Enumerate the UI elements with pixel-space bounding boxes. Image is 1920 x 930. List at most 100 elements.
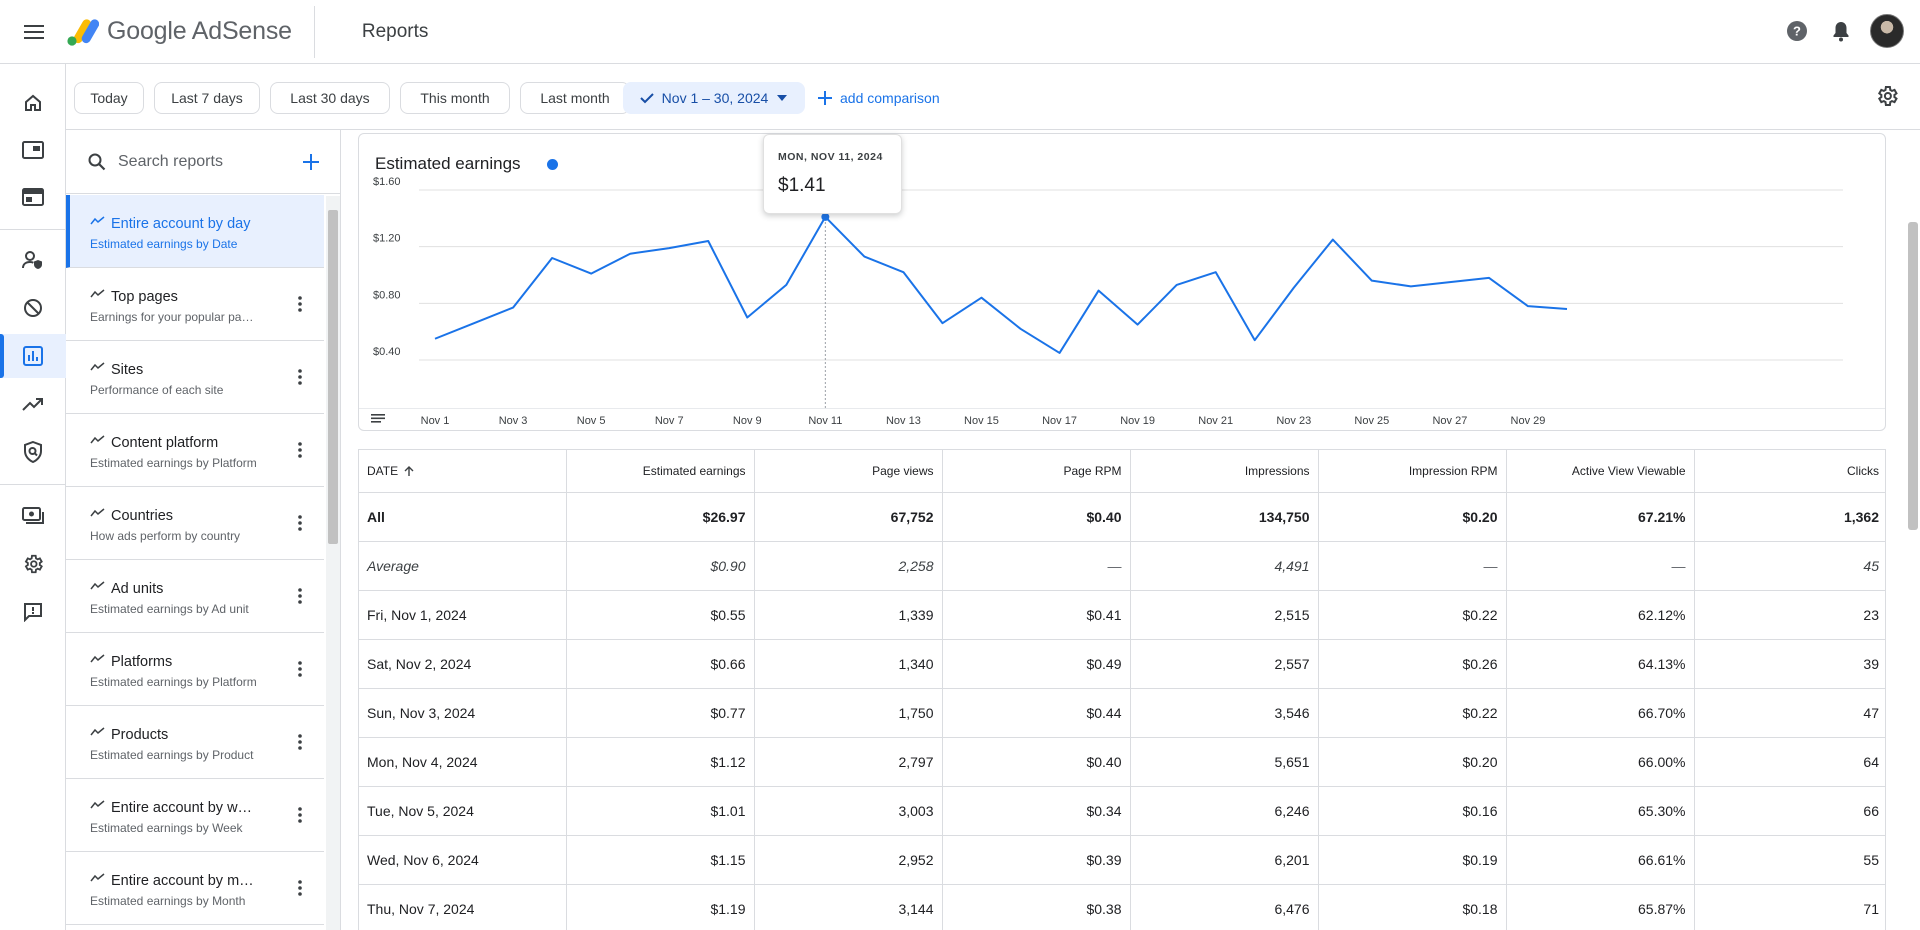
block-icon xyxy=(24,299,42,317)
table-cell: 3,144 xyxy=(754,884,943,930)
nav-sites[interactable] xyxy=(0,175,66,219)
report-item[interactable]: Entire account by month Estimated earning… xyxy=(66,852,324,925)
caret-down-icon xyxy=(777,95,788,101)
column-header[interactable]: Page RPM xyxy=(942,450,1131,493)
report-item[interactable]: Ad units Estimated earnings by Ad unit xyxy=(66,560,324,633)
notifications-button[interactable] xyxy=(1826,16,1856,46)
top-bar: Google AdSense Reports ? xyxy=(0,0,1920,64)
report-item[interactable]: Entire account by day Estimated earnings … xyxy=(66,195,324,268)
chip-last-month[interactable]: Last month xyxy=(520,82,630,114)
adsense-logo[interactable]: Google AdSense xyxy=(65,12,292,52)
report-settings-button[interactable] xyxy=(1872,81,1902,111)
report-more-button[interactable] xyxy=(288,803,312,827)
report-item[interactable]: Top pages Earnings for your popular pages xyxy=(66,268,324,341)
more-vert-icon xyxy=(298,734,302,750)
column-header-label: Estimated earnings xyxy=(642,463,746,478)
add-comparison-button[interactable]: add comparison xyxy=(818,82,940,114)
report-main: Estimated earnings $0.40 $0.80 $1.20 $1.60 … xyxy=(342,130,1920,930)
table-cell: 65.30% xyxy=(1506,786,1695,836)
chip-today[interactable]: Today xyxy=(74,82,144,114)
nav-blocking-controls[interactable] xyxy=(0,286,66,330)
new-report-button[interactable] xyxy=(296,147,326,177)
search-reports-input[interactable] xyxy=(118,152,288,171)
report-item[interactable]: Platforms Estimated earnings by Platform xyxy=(66,633,324,706)
nav-brand-safety[interactable] xyxy=(0,430,66,474)
report-list-scrollbar[interactable] xyxy=(326,196,340,930)
report-more-button[interactable] xyxy=(288,657,312,681)
table-cell: 71 xyxy=(1694,884,1885,930)
nav-privacy-messaging[interactable] xyxy=(0,238,66,282)
nav-optimization[interactable] xyxy=(0,382,66,426)
x-tick-label: Nov 27 xyxy=(1432,415,1467,427)
more-vert-icon xyxy=(298,442,302,458)
table-cell: — xyxy=(942,541,1131,591)
table-cell: Tue, Nov 5, 2024 xyxy=(359,786,567,836)
table-cell: Mon, Nov 4, 2024 xyxy=(359,737,567,787)
earnings-line-chart[interactable]: $0.40 $0.80 $1.20 $1.60 xyxy=(359,134,1885,408)
report-item[interactable]: Sites Performance of each site xyxy=(66,341,324,414)
chip-last-7-days[interactable]: Last 7 days xyxy=(154,82,260,114)
x-tick-label: Nov 7 xyxy=(655,415,684,427)
gear-icon xyxy=(1877,86,1898,106)
report-item[interactable]: Countries How ads perform by country xyxy=(66,487,324,560)
nav-home[interactable] xyxy=(0,81,66,125)
earnings-chart-card: Estimated earnings $0.40 $0.80 $1.20 $1.60 … xyxy=(358,133,1886,431)
report-more-button[interactable] xyxy=(288,511,312,535)
report-subtitle: Estimated earnings by Ad unit xyxy=(90,602,249,616)
saved-reports-panel: Entire account by day Estimated earnings … xyxy=(66,130,341,930)
table-cell: $0.40 xyxy=(942,737,1131,787)
report-item[interactable]: Content platform Estimated earnings by Pl… xyxy=(66,414,324,487)
report-subtitle: Estimated earnings by Month xyxy=(90,894,246,908)
nav-ads[interactable] xyxy=(0,128,66,172)
table-cell: 2,797 xyxy=(754,737,943,787)
main-scrollbar[interactable] xyxy=(1904,130,1920,930)
plus-icon xyxy=(303,153,319,170)
date-range-dropdown[interactable]: Nov 1 – 30, 2024 xyxy=(623,82,805,114)
table-row: Tue, Nov 5, 2024 $1.01 3,003 $0.34 6,246 $0.1… xyxy=(359,786,1885,836)
column-header[interactable]: Active View Viewable xyxy=(1506,450,1695,493)
chip-last-30-days[interactable]: Last 30 days xyxy=(270,82,390,114)
table-cell: $26.97 xyxy=(566,492,755,542)
x-tick-label: Nov 1 xyxy=(421,415,450,427)
help-button[interactable]: ? xyxy=(1782,16,1812,46)
report-more-button[interactable] xyxy=(288,292,312,316)
avatar[interactable] xyxy=(1870,14,1904,48)
column-header[interactable]: Impressions xyxy=(1130,450,1319,493)
reports-icon xyxy=(23,346,43,366)
column-header[interactable]: Impression RPM xyxy=(1318,450,1507,493)
data-point[interactable] xyxy=(821,212,830,221)
report-more-button[interactable] xyxy=(288,876,312,900)
table-cell: 1,340 xyxy=(754,639,943,689)
column-header[interactable]: Clicks xyxy=(1694,450,1885,493)
table-cell: — xyxy=(1318,541,1507,591)
nav-reports[interactable] xyxy=(0,334,66,378)
nav-payments[interactable] xyxy=(0,494,66,538)
column-header[interactable]: Estimated earnings xyxy=(566,450,755,493)
table-cell: 47 xyxy=(1694,688,1885,738)
report-more-button[interactable] xyxy=(288,365,312,389)
average-row: Average $0.90 2,258—4,491— —45 xyxy=(359,541,1885,591)
x-tick-label: Nov 23 xyxy=(1276,415,1311,427)
earnings-series-line xyxy=(434,215,1568,354)
report-more-button[interactable] xyxy=(288,438,312,462)
report-subtitle: How ads perform by country xyxy=(90,529,241,543)
rail-divider xyxy=(0,229,66,230)
report-more-button[interactable] xyxy=(288,730,312,754)
table-cell: $1.15 xyxy=(566,835,755,885)
report-title: Ad units xyxy=(111,581,164,597)
main-menu-button[interactable] xyxy=(17,15,51,49)
nav-account[interactable] xyxy=(0,542,66,586)
report-more-button[interactable] xyxy=(288,584,312,608)
column-header[interactable]: Page views xyxy=(754,450,943,493)
table-cell: Sun, Nov 3, 2024 xyxy=(359,688,567,738)
report-item[interactable]: Products Estimated earnings by Product xyxy=(66,706,324,779)
column-header[interactable]: DATE xyxy=(359,450,567,493)
table-cell: 64.13% xyxy=(1506,639,1695,689)
trending-up-icon xyxy=(22,398,43,411)
chip-this-month[interactable]: This month xyxy=(400,82,510,114)
nav-feedback[interactable] xyxy=(0,590,66,634)
report-item[interactable]: Entire account by week Estimated earnings… xyxy=(66,779,324,852)
report-subtitle: Performance of each site xyxy=(90,383,224,397)
table-cell: All xyxy=(359,492,567,542)
table-cell: $0.77 xyxy=(566,688,755,738)
